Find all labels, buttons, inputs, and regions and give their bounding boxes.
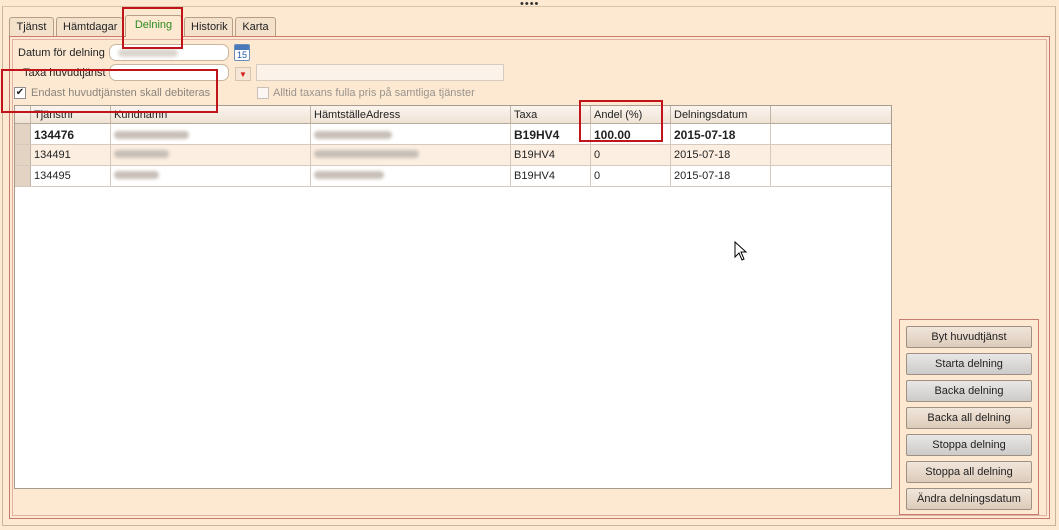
chevron-down-icon[interactable]: ▼ (235, 67, 251, 81)
table-row[interactable]: 134476 B19HV4 100.00 2015-07-18 (15, 124, 891, 145)
cell-tjanstnr[interactable]: 134495 (31, 166, 111, 186)
cell-delningsdatum[interactable]: 2015-07-18 (671, 166, 771, 186)
tab-hamtdagar[interactable]: Hämtdagar (56, 17, 123, 36)
row-header-corner (15, 106, 31, 124)
cell-delningsdatum[interactable]: 2015-07-18 (671, 124, 771, 144)
table-row[interactable]: 134495 B19HV4 0 2015-07-18 (15, 166, 891, 187)
cell-delningsdatum[interactable]: 2015-07-18 (671, 145, 771, 165)
backa-delning-button[interactable]: Backa delning (906, 380, 1032, 402)
column-header-andel[interactable]: Andel (%) (591, 106, 671, 124)
datum-value-redacted (118, 49, 178, 57)
table-row[interactable]: 134491 B19HV4 0 2015-07-18 (15, 145, 891, 166)
cell-taxa[interactable]: B19HV4 (511, 124, 591, 144)
cell-kundnamn[interactable] (111, 145, 311, 165)
column-header-delningsdatum[interactable]: Delningsdatum (671, 106, 771, 124)
cell-adress[interactable] (311, 145, 511, 165)
endast-huvudtjanst-label: Endast huvudtjänsten skall debiteras (31, 87, 211, 99)
tab-tjanst[interactable]: Tjänst (9, 17, 54, 36)
action-button-panel: Byt huvudtjänst Starta delning Backa del… (899, 319, 1039, 515)
taxa-field[interactable] (109, 64, 229, 81)
row-selector[interactable] (15, 166, 31, 186)
redacted-text (314, 131, 392, 139)
cell-andel[interactable]: 0 (591, 145, 671, 165)
redacted-text (114, 171, 159, 179)
row-selector[interactable] (15, 145, 31, 165)
grid-header: Tjänstnr Kundnamn HämtställeAdress Taxa … (15, 106, 891, 124)
cell-taxa[interactable]: B19HV4 (511, 166, 591, 186)
calendar-icon[interactable]: 15 (234, 44, 250, 61)
endast-huvudtjanst-checkbox[interactable]: ✔ (14, 87, 26, 99)
redacted-text (114, 150, 169, 158)
redacted-text (114, 131, 189, 139)
stoppa-delning-button[interactable]: Stoppa delning (906, 434, 1032, 456)
tab-delning[interactable]: Delning (125, 15, 182, 37)
starta-delning-button[interactable]: Starta delning (906, 353, 1032, 375)
taxa-description-field (256, 64, 504, 81)
andra-delningsdatum-button[interactable]: Ändra delningsdatum (906, 488, 1032, 510)
redacted-text (314, 171, 384, 179)
cell-andel[interactable]: 0 (591, 166, 671, 186)
cell-tjanstnr[interactable]: 134491 (31, 145, 111, 165)
alltid-fulla-pris-label: Alltid taxans fulla pris på samtliga tjä… (273, 87, 475, 99)
stoppa-all-delning-button[interactable]: Stoppa all delning (906, 461, 1032, 483)
redacted-text (314, 150, 419, 158)
delning-grid: Tjänstnr Kundnamn HämtställeAdress Taxa … (14, 105, 892, 489)
column-header-adress[interactable]: HämtställeAdress (311, 106, 511, 124)
splitter-handle[interactable]: •••• (520, 0, 539, 10)
cell-adress[interactable] (311, 124, 511, 144)
column-header-taxa[interactable]: Taxa (511, 106, 591, 124)
calendar-icon-day: 15 (236, 50, 247, 60)
column-header-kundnamn[interactable]: Kundnamn (111, 106, 311, 124)
cell-kundnamn[interactable] (111, 124, 311, 144)
tab-historik[interactable]: Historik (184, 17, 233, 36)
cell-kundnamn[interactable] (111, 166, 311, 186)
backa-all-delning-button[interactable]: Backa all delning (906, 407, 1032, 429)
tab-karta[interactable]: Karta (235, 17, 276, 36)
taxa-label: Taxa huvudtjänst (23, 67, 106, 79)
mouse-cursor-icon (734, 241, 748, 261)
cell-taxa[interactable]: B19HV4 (511, 145, 591, 165)
column-header-tjanstnr[interactable]: Tjänstnr (31, 106, 111, 124)
cell-adress[interactable] (311, 166, 511, 186)
cell-tjanstnr[interactable]: 134476 (31, 124, 111, 144)
byt-huvudtjanst-button[interactable]: Byt huvudtjänst (906, 326, 1032, 348)
row-selector[interactable] (15, 124, 31, 144)
alltid-fulla-pris-checkbox[interactable] (257, 87, 269, 99)
datum-label: Datum för delning (18, 47, 105, 59)
cell-andel[interactable]: 100.00 (591, 124, 671, 144)
datum-field[interactable] (109, 44, 229, 61)
